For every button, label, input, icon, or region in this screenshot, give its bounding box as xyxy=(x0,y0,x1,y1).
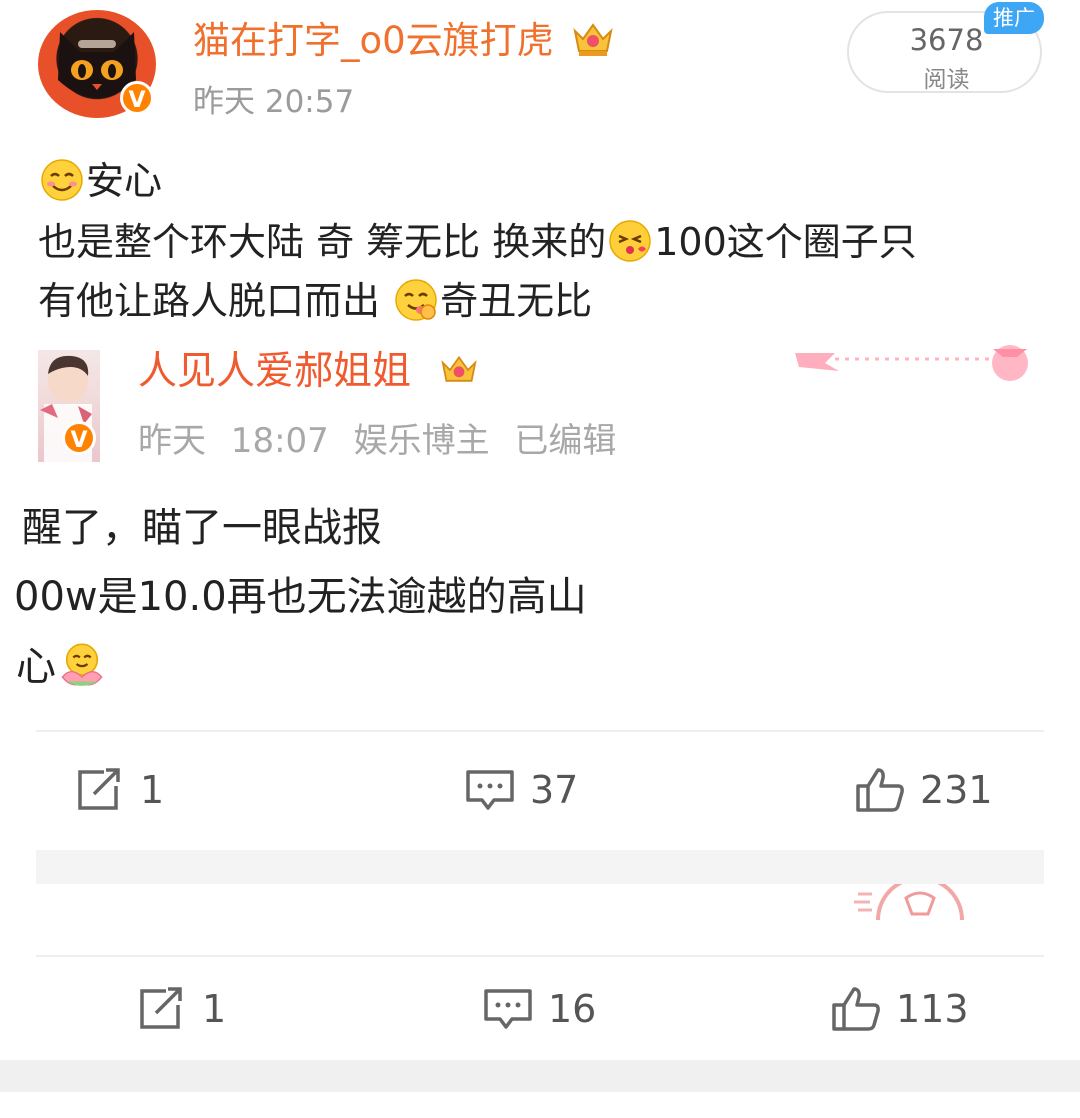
comment-count: 16 xyxy=(548,987,597,1031)
post-text-segment: 也是整个环大陆 奇 筹无比 换来的 xyxy=(38,220,607,264)
crown-icon xyxy=(573,23,614,56)
verified-badge-icon: V xyxy=(62,421,96,455)
post-text-line-3: 有他让路人脱口而出 奇丑无比 xyxy=(38,278,592,323)
like-count: 231 xyxy=(920,768,993,812)
repost-button[interactable]: 1 xyxy=(74,766,164,814)
comment-icon xyxy=(466,770,514,810)
divider xyxy=(36,955,1044,957)
post-text-segment: 100这个圈子只 xyxy=(654,220,917,264)
quoted-post-time: 昨天 18:07 xyxy=(138,421,329,461)
divider xyxy=(36,730,1044,732)
quoted-author-name-text: 人见人爱郝姐姐 xyxy=(138,349,412,394)
post-author-name-text: 猫在打字_o0云旗打虎 xyxy=(193,19,554,62)
post-author-name[interactable]: 猫在打字_o0云旗打虎 xyxy=(193,10,615,64)
stamp-decoration-icon xyxy=(854,884,964,920)
verified-badge-icon: V xyxy=(120,81,154,115)
post-text-segment: 奇丑无比 xyxy=(440,279,593,323)
comment-icon xyxy=(484,989,532,1029)
thumbs-up-icon xyxy=(832,987,880,1031)
edited-label: 已编辑 xyxy=(514,421,617,461)
repost-count: 1 xyxy=(202,987,227,1031)
quoted-author-name[interactable]: 人见人爱郝姐姐 xyxy=(138,340,489,396)
share-icon xyxy=(140,987,182,1029)
comment-count: 37 xyxy=(530,768,579,812)
crown-icon xyxy=(441,355,478,382)
post-text-line-1: 安心 xyxy=(38,158,162,203)
quoted-author-role: 娱乐博主 xyxy=(353,421,490,461)
promo-tag: 推广 xyxy=(984,2,1044,34)
repost-button[interactable]: 1 xyxy=(136,985,226,1033)
lotus-emoji xyxy=(61,643,103,686)
like-count: 113 xyxy=(896,987,969,1031)
like-button[interactable]: 231 xyxy=(854,766,993,814)
post-text-segment: 有他让路人脱口而出 xyxy=(38,279,393,323)
comment-button[interactable]: 16 xyxy=(482,985,596,1033)
comment-button[interactable]: 37 xyxy=(464,766,578,814)
post-time: 昨天 20:57 xyxy=(193,84,355,120)
quoted-text-line-3: 心 xyxy=(16,640,108,690)
read-label: 阅读 xyxy=(923,67,970,93)
post-text-segment: 安心 xyxy=(86,159,163,203)
feed-separator xyxy=(0,1060,1080,1092)
like-button[interactable]: 113 xyxy=(830,985,969,1033)
smiling-blush-emoji xyxy=(41,159,83,201)
quoted-text-line-2: 00w是10.0再也无法逾越的高山 xyxy=(14,574,587,620)
repost-count: 1 xyxy=(140,768,165,812)
quoted-text-line-1: 醒了，瞄了一眼战报 xyxy=(22,505,382,551)
ribbon-decoration-icon xyxy=(795,345,1028,381)
feed-separator xyxy=(36,850,1044,884)
thumbs-up-icon xyxy=(856,768,904,812)
quoted-post-meta: 昨天 18:07 娱乐博主 已编辑 xyxy=(138,413,616,462)
post-text-line-2: 也是整个环大陆 奇 筹无比 换来的 100这个圈子只 xyxy=(38,219,917,264)
share-icon xyxy=(78,768,120,810)
quoted-text-segment: 心 xyxy=(16,644,56,690)
kiss-emoji xyxy=(609,220,651,262)
yummy-emoji xyxy=(395,279,437,321)
